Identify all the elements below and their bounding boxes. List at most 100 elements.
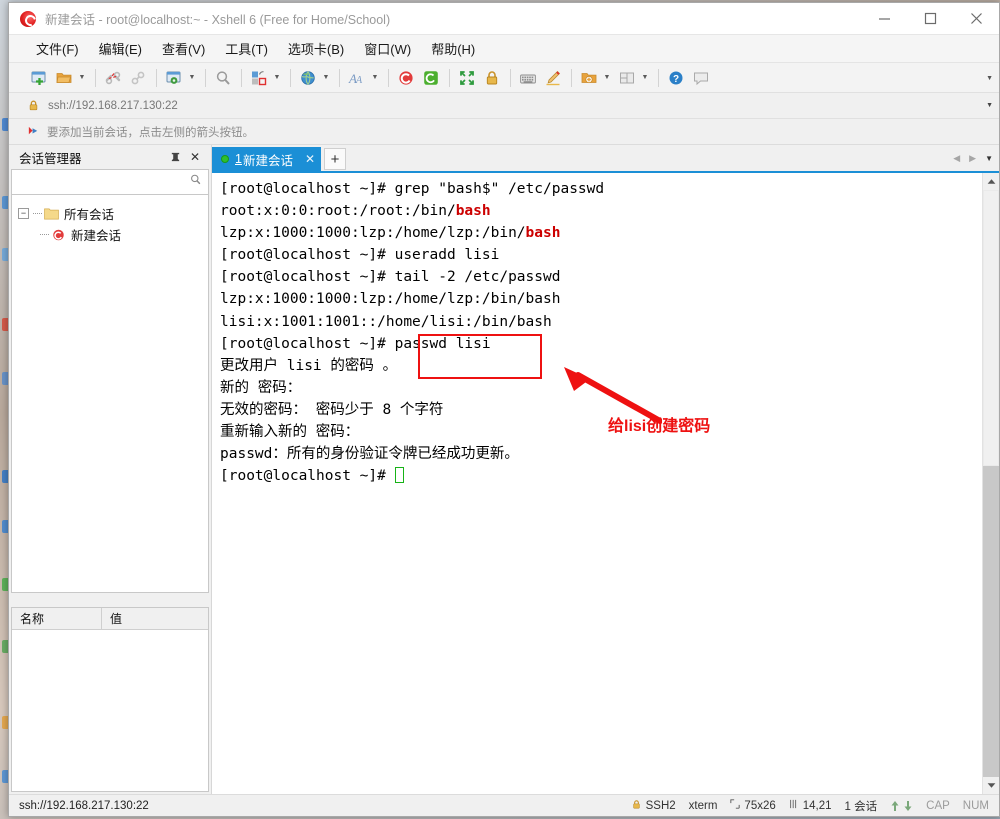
disconnect-icon[interactable] [101,66,125,90]
search-input[interactable] [18,174,189,190]
scroll-up-button[interactable] [983,173,999,190]
menu-item-tabs[interactable]: 选项卡(B) [279,36,353,61]
terminal-text: lisi:x:1001:1001::/home/lisi:/bin/bash [220,313,552,330]
terminal-text: passwd：所有的身份验证令牌已经成功更新。 [220,446,519,463]
session-properties-icon[interactable] [162,66,186,90]
tab-label: 新建会话 [242,153,293,168]
terminal-text: 重新输入新的 密码： [220,424,360,441]
transfer-dropdown-icon[interactable]: ▼ [272,67,282,89]
web-browser-dropdown-icon[interactable]: ▼ [321,67,331,89]
minimize-button[interactable] [861,3,907,35]
xftp-icon[interactable] [419,66,443,90]
status-caps-lock: CAP [926,799,950,812]
pin-panel-button[interactable] [167,149,183,165]
tab-number: 1 [235,152,242,166]
terminal-pane: 1 新建会话 ✕ + ◀ ▶ ▼ [root@localhost ~]# gre… [212,145,999,794]
notice-bar: 要添加当前会话，点击左侧的箭头按钮。 [9,119,999,145]
status-bar: ssh://192.168.217.130:22 SSH2 xterm 75x2… [9,794,999,816]
tree-node-label: 所有会话 [64,208,115,222]
terminal-text: [root@localhost ~]# grep "bash$" /etc/pa… [220,181,605,197]
session-properties-dropdown-icon[interactable]: ▼ [187,67,197,89]
menu-item-edit[interactable]: 编辑(E) [90,36,151,61]
close-button[interactable] [953,3,999,35]
tool-bar: ▼ ▼ ▼ ▼ A A ▼ ▼ ▼ ? ▼ [9,63,999,93]
terminal-with-scrollbar: [root@localhost ~]# grep "bash$" /etc/pa… [212,171,999,794]
chat-icon[interactable] [689,66,713,90]
scroll-down-button[interactable] [983,777,999,794]
red-arrow-icon [27,125,41,139]
tab-new-session[interactable]: 1 新建会话 ✕ [212,147,322,171]
lock-icon[interactable] [480,66,504,90]
fullscreen-icon[interactable] [455,66,479,90]
tree-node-all-sessions[interactable]: − 所有会话 [12,203,208,224]
address-input[interactable]: ssh://192.168.217.130:22 [27,95,981,116]
new-folder-dropdown-icon[interactable]: ▼ [602,67,612,89]
properties-column-value[interactable]: 值 [102,608,122,629]
tab-next-icon[interactable]: ▶ [969,153,976,164]
toolbar-separator [449,68,450,87]
new-tab-button[interactable]: + [324,148,347,170]
help-icon[interactable]: ? [664,66,688,90]
connect-link-icon[interactable] [126,66,150,90]
terminal-line: lzp:x:1000:1000:lzp:/home/lzp:/bin/bash [220,288,982,310]
menu-item-view[interactable]: 查看(V) [153,36,214,61]
find-icon[interactable] [211,66,235,90]
session-search-box[interactable] [11,169,209,195]
scrollbar-thumb[interactable] [983,190,999,466]
web-browser-icon[interactable] [296,66,320,90]
terminal-line: root:x:0:0:root:/root:/bin/bash [220,200,982,222]
status-connection: ssh://192.168.217.130:22 [19,799,149,812]
terminal-text: [root@localhost ~]# useradd lisi [220,247,500,264]
layout-icon[interactable] [615,66,639,90]
address-dropdown-icon[interactable]: ▼ [980,102,993,109]
terminal-line: passwd：所有的身份验证令牌已经成功更新。 [220,443,982,465]
terminal-line: lzp:x:1000:1000:lzp:/home/lzp:/bin/bash [220,222,982,244]
transfer-icon[interactable] [247,66,271,90]
menu-item-file[interactable]: 文件(F) [27,36,88,61]
font-icon[interactable]: A A [345,66,369,90]
menu-item-window[interactable]: 窗口(W) [355,36,420,61]
lock-icon [631,799,642,813]
menu-item-tools[interactable]: 工具(T) [216,36,277,61]
properties-column-name[interactable]: 名称 [12,608,102,629]
tree-node-new-session[interactable]: 新建会话 [12,224,208,245]
tree-dotted-line [40,234,49,235]
menu-item-help[interactable]: 帮助(H) [422,36,484,61]
tab-prev-icon[interactable]: ◀ [953,153,960,164]
scrollbar-lower-track[interactable] [983,465,999,777]
new-session-icon[interactable] [27,66,51,90]
tree-node-label: 新建会话 [71,229,122,243]
window-title-session: 新建会话 [45,13,96,27]
new-folder-icon[interactable] [577,66,601,90]
expander-icon[interactable]: − [18,208,29,219]
panel-divider[interactable] [9,593,211,607]
toolbar-separator [241,68,242,87]
menu-bar: 文件(F) 编辑(E) 查看(V) 工具(T) 选项卡(B) 窗口(W) 帮助(… [9,35,999,63]
open-folder-icon[interactable] [52,66,76,90]
terminal-scrollbar[interactable] [982,173,999,794]
status-size: 75x26 [730,799,776,812]
session-tree[interactable]: − 所有会话 新建会话 [11,195,209,593]
xshell-icon[interactable] [394,66,418,90]
connection-status-icon [221,155,229,163]
scrollbar-track[interactable] [983,190,999,777]
notice-text: 要添加当前会话，点击左侧的箭头按钮。 [47,126,254,139]
close-panel-button[interactable]: ✕ [187,149,203,165]
open-folder-dropdown-icon[interactable]: ▼ [77,67,87,89]
tab-list-icon[interactable]: ▼ [985,154,993,163]
title-bar[interactable]: 新建会话 - root@localhost:~ - Xshell 6 (Free… [9,3,999,35]
lock-icon [27,99,41,113]
keyboard-icon[interactable] [516,66,540,90]
layout-dropdown-icon[interactable]: ▼ [640,67,650,89]
search-icon[interactable] [189,173,202,191]
tab-navigation: ◀ ▶ ▼ [953,145,999,171]
maximize-button[interactable] [907,3,953,35]
tab-close-icon[interactable]: ✕ [305,152,315,166]
address-bar[interactable]: ssh://192.168.217.130:22 ▼ [9,93,999,119]
compose-icon[interactable] [541,66,565,90]
toolbar-overflow-icon[interactable]: ▼ [986,63,993,93]
status-protocol: SSH2 [631,799,676,813]
terminal-screen[interactable]: [root@localhost ~]# grep "bash$" /etc/pa… [212,173,982,794]
font-dropdown-icon[interactable]: ▼ [370,67,380,89]
toolbar-separator [658,68,659,87]
